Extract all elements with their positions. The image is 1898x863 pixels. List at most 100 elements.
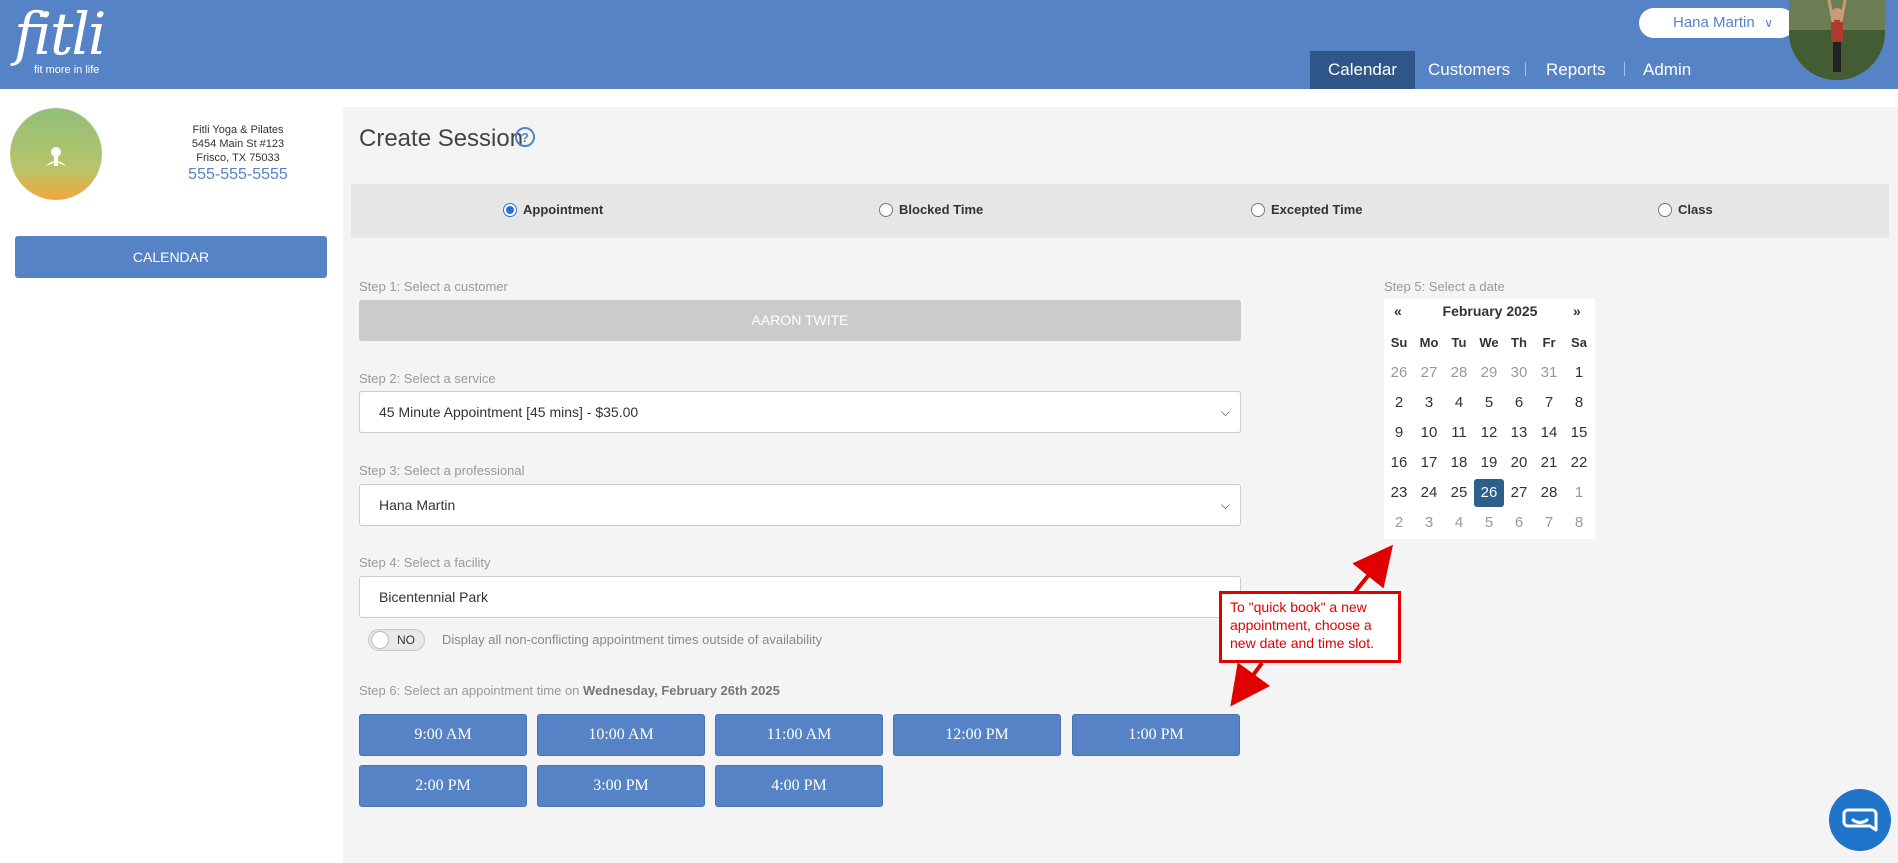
business-logo [10,108,102,200]
radio-dot[interactable] [1658,202,1672,217]
calendar-day[interactable]: 1 [1564,359,1594,387]
calendar-day[interactable]: 6 [1504,509,1534,537]
chevron-down-icon: ⌵ [1220,498,1230,512]
calendar-day[interactable]: 1 [1564,479,1594,507]
time-slot-button[interactable]: 3:00 PM [537,765,705,807]
professional-select[interactable]: Hana Martin ⌵ [359,484,1241,526]
logo-tagline: fit more in life [34,64,100,76]
radio-appointment[interactable]: Appointment [503,202,603,217]
facility-field[interactable]: Bicentennial Park [359,576,1241,618]
calendar-day[interactable]: 24 [1414,479,1444,507]
step3-label: Step 3: Select a professional [359,463,525,478]
calendar-day[interactable]: 17 [1414,449,1444,477]
step1-label: Step 1: Select a customer [359,279,508,294]
calendar-day[interactable]: 15 [1564,419,1594,447]
toggle-state: NO [397,633,415,647]
calendar-day[interactable]: 5 [1474,389,1504,417]
radio-dot[interactable] [879,202,893,217]
toggle-knob [371,631,389,649]
calendar-button[interactable]: CALENDAR [15,236,327,278]
radio-dot[interactable] [503,202,517,217]
chat-launcher[interactable] [1829,789,1891,851]
calendar-day[interactable]: 2 [1384,509,1414,537]
calendar-day[interactable]: 27 [1504,479,1534,507]
page-title: Create Session [359,125,524,152]
calendar-day[interactable]: 9 [1384,419,1414,447]
calendar-day[interactable]: 26 [1474,479,1504,507]
customer-field[interactable]: AARON TWITE [359,300,1241,341]
date-picker: « February 2025 » Su Mo Tu We Th Fr Sa 26 27 28 29… [1384,299,1595,539]
calendar-day[interactable]: 22 [1564,449,1594,477]
calendar-day[interactable]: 3 [1414,509,1444,537]
month-title: February 2025 [1442,303,1538,319]
calendar-day[interactable]: 16 [1384,449,1414,477]
next-month-button[interactable]: » [1573,303,1581,319]
calendar-day[interactable]: 19 [1474,449,1504,477]
radio-class[interactable]: Class [1658,202,1713,217]
calendar-day[interactable]: 10 [1414,419,1444,447]
calendar-day[interactable]: 8 [1564,509,1594,537]
calendar-day[interactable]: 3 [1414,389,1444,417]
service-select[interactable]: 45 Minute Appointment [45 mins] - $35.00… [359,391,1241,433]
calendar-day[interactable]: 18 [1444,449,1474,477]
calendar-day[interactable]: 13 [1504,419,1534,447]
availability-toggle[interactable]: NO [368,629,425,651]
calendar-day[interactable]: 31 [1534,359,1564,387]
calendar-day[interactable]: 8 [1564,389,1594,417]
time-slot-button[interactable]: 1:00 PM [1072,714,1240,756]
time-slot-button[interactable]: 4:00 PM [715,765,883,807]
calendar-day[interactable]: 20 [1504,449,1534,477]
quick-book-callout: To "quick book" a new appointment, choos… [1219,591,1401,663]
business-phone[interactable]: 555-555-5555 [150,166,326,184]
facility-value: Bicentennial Park [379,589,488,605]
radio-dot[interactable] [1251,202,1265,217]
step5-label: Step 5: Select a date [1384,279,1505,294]
calendar-day[interactable]: 6 [1504,389,1534,417]
calendar-day[interactable]: 12 [1474,419,1504,447]
calendar-day[interactable]: 2 [1384,389,1414,417]
calendar-day[interactable]: 14 [1534,419,1564,447]
nav-customers[interactable]: Customers [1428,51,1510,89]
fitli-logo[interactable]: fitli fit more in life [14,4,106,76]
calendar-day[interactable]: 25 [1444,479,1474,507]
calendar-day[interactable]: 28 [1534,479,1564,507]
calendar-day[interactable]: 28 [1444,359,1474,387]
calendar-day[interactable]: 4 [1444,509,1474,537]
nav-divider [1525,62,1526,76]
address-line2: Frisco, TX 75033 [196,152,280,164]
calendar-day[interactable]: 7 [1534,509,1564,537]
nav-calendar[interactable]: Calendar [1310,51,1415,89]
step6-label: Step 6: Select an appointment time on We… [359,683,780,698]
nav-admin[interactable]: Admin [1643,51,1691,89]
radio-excepted-time[interactable]: Excepted Time [1251,202,1363,217]
calendar-day[interactable]: 21 [1534,449,1564,477]
time-slot-button[interactable]: 10:00 AM [537,714,705,756]
nav-divider [1624,62,1625,76]
calendar-day[interactable]: 11 [1444,419,1474,447]
radio-label: Appointment [523,202,604,217]
user-menu[interactable]: Hana Martin ∨ [1639,8,1795,38]
calendar-day[interactable]: 30 [1504,359,1534,387]
prev-month-button[interactable]: « [1394,303,1402,319]
radio-label: Excepted Time [1271,202,1363,217]
radio-blocked-time[interactable]: Blocked Time [879,202,983,217]
calendar-day[interactable]: 4 [1444,389,1474,417]
calendar-day[interactable]: 7 [1534,389,1564,417]
help-icon[interactable]: ? [515,127,535,147]
time-slot-button[interactable]: 11:00 AM [715,714,883,756]
address-line1: 5454 Main St #123 [191,138,285,150]
nav-reports[interactable]: Reports [1546,51,1606,89]
weekday-header: Mo [1419,335,1439,350]
calendar-day[interactable]: 23 [1384,479,1414,507]
time-slot-button[interactable]: 12:00 PM [893,714,1061,756]
calendar-day[interactable]: 29 [1474,359,1504,387]
step6-text: Step 6: Select an appointment time on [359,683,580,698]
calendar-day[interactable]: 26 [1384,359,1414,387]
calendar-day[interactable]: 5 [1474,509,1504,537]
time-slot-button[interactable]: 2:00 PM [359,765,527,807]
calendar-day[interactable]: 27 [1414,359,1444,387]
time-slot-button[interactable]: 9:00 AM [359,714,527,756]
service-value: 45 Minute Appointment [45 mins] - $35.00 [379,404,639,420]
radio-label: Class [1678,202,1713,217]
chat-bubble-icon [1842,808,1878,832]
